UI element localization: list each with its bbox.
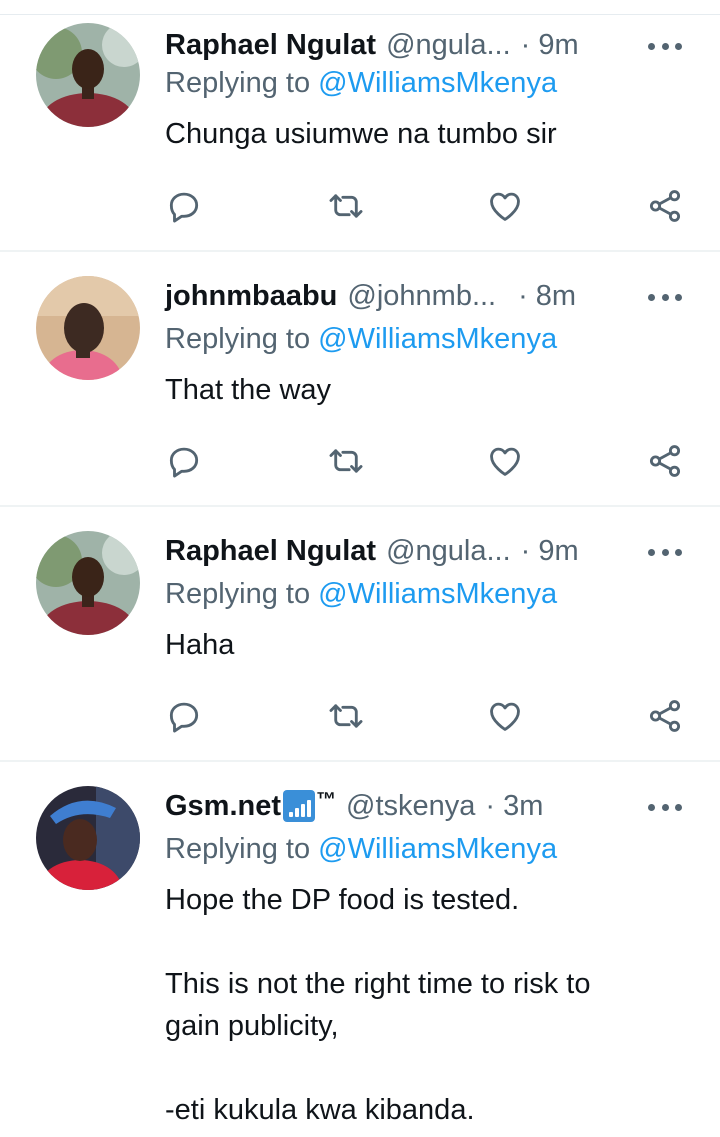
- like-icon[interactable]: [481, 692, 529, 740]
- trademark-symbol: ™: [316, 788, 337, 811]
- author-name[interactable]: Gsm.net: [165, 790, 281, 823]
- tweet-header: Raphael Ngulat @ngula... · 9m: [165, 531, 579, 571]
- tweet-text-line: [165, 1047, 665, 1089]
- like-icon[interactable]: [481, 437, 529, 485]
- more-options-icon[interactable]: [648, 539, 682, 565]
- tweet-text-line: gain publicity,: [165, 1010, 339, 1042]
- reply-icon[interactable]: [160, 692, 208, 740]
- author-handle[interactable]: @ngula...: [386, 29, 511, 62]
- avatar[interactable]: [36, 276, 140, 380]
- tweet-text: Hope the DP food is tested. This is not …: [165, 879, 665, 1131]
- replying-prefix: Replying to: [165, 578, 319, 610]
- timestamp[interactable]: 3m: [503, 790, 543, 823]
- tweet-text-line: Hope the DP food is tested.: [165, 884, 520, 916]
- replying-prefix: Replying to: [165, 833, 319, 865]
- replying-to: Replying to @WilliamsMkenya: [165, 833, 557, 866]
- signal-bars-icon: [283, 790, 316, 822]
- tweet-header: Gsm.net ™ @tskenya · 3m: [165, 786, 543, 826]
- separator-dot: ·: [520, 534, 531, 567]
- share-icon[interactable]: [641, 437, 689, 485]
- separator-dot: ·: [518, 279, 528, 312]
- author-name[interactable]: Raphael Ngulat: [165, 535, 376, 568]
- tweet-text: That the way: [165, 369, 665, 411]
- tweet-text: Chunga usiumwe na tumbo sir: [165, 113, 665, 155]
- timestamp[interactable]: 9m: [538, 535, 578, 568]
- reply-icon[interactable]: [160, 437, 208, 485]
- replying-mention[interactable]: @WilliamsMkenya: [318, 323, 557, 355]
- like-icon[interactable]: [481, 182, 529, 230]
- timestamp[interactable]: 9m: [538, 29, 578, 62]
- retweet-icon[interactable]: [322, 692, 370, 740]
- tweet-text-line: That the way: [165, 374, 332, 406]
- replying-prefix: Replying to: [165, 67, 319, 99]
- share-icon[interactable]: [641, 182, 689, 230]
- tweet-reply[interactable]: johnmbaabu @johnmb... · 8m Replying to @…: [0, 252, 720, 507]
- replying-prefix: Replying to: [165, 323, 319, 355]
- avatar[interactable]: [36, 531, 140, 635]
- tweet-text-line: Chunga usiumwe na tumbo sir: [165, 118, 557, 150]
- retweet-icon[interactable]: [322, 182, 370, 230]
- retweet-icon[interactable]: [322, 437, 370, 485]
- tweet-reply[interactable]: Raphael Ngulat @ngula... · 9m Replying t…: [0, 15, 720, 252]
- replying-to: Replying to @WilliamsMkenya: [165, 323, 557, 356]
- more-options-icon[interactable]: [648, 284, 682, 310]
- tweet-text: Haha: [165, 624, 665, 666]
- author-handle[interactable]: @ngula...: [386, 535, 511, 568]
- avatar[interactable]: [36, 786, 140, 890]
- more-options-icon[interactable]: [648, 794, 682, 820]
- timestamp[interactable]: 8m: [536, 280, 576, 313]
- author-handle[interactable]: @tskenya: [346, 790, 475, 823]
- author-handle[interactable]: @johnmb...: [347, 280, 496, 313]
- separator-dot: ·: [520, 28, 531, 61]
- avatar[interactable]: [36, 23, 140, 127]
- replying-to: Replying to @WilliamsMkenya: [165, 67, 557, 100]
- tweet-text-line: [165, 921, 665, 963]
- replying-mention[interactable]: @WilliamsMkenya: [318, 578, 557, 610]
- tweet-reply[interactable]: Gsm.net ™ @tskenya · 3m Replying to @Wil…: [0, 762, 720, 1137]
- author-name[interactable]: Raphael Ngulat: [165, 29, 376, 62]
- share-icon[interactable]: [641, 692, 689, 740]
- tweet-text-line: Haha: [165, 629, 235, 661]
- replying-mention[interactable]: @WilliamsMkenya: [318, 67, 557, 99]
- author-name[interactable]: johnmbaabu: [165, 280, 337, 313]
- more-options-icon[interactable]: [648, 33, 682, 59]
- separator-dot: ·: [485, 789, 496, 822]
- tweet-reply[interactable]: Raphael Ngulat @ngula... · 9m Replying t…: [0, 507, 720, 762]
- replying-to: Replying to @WilliamsMkenya: [165, 578, 557, 611]
- reply-icon[interactable]: [160, 182, 208, 230]
- tweet-text-line: This is not the right time to risk to: [165, 968, 591, 1000]
- tweet-text-line: -eti kukula kwa kibanda.: [165, 1094, 475, 1126]
- tweet-header: johnmbaabu @johnmb... · 8m: [165, 276, 576, 316]
- replying-mention[interactable]: @WilliamsMkenya: [318, 833, 557, 865]
- replies-feed: Raphael Ngulat @ngula... · 9m Replying t…: [0, 0, 720, 1137]
- tweet-header: Raphael Ngulat @ngula... · 9m: [165, 25, 579, 65]
